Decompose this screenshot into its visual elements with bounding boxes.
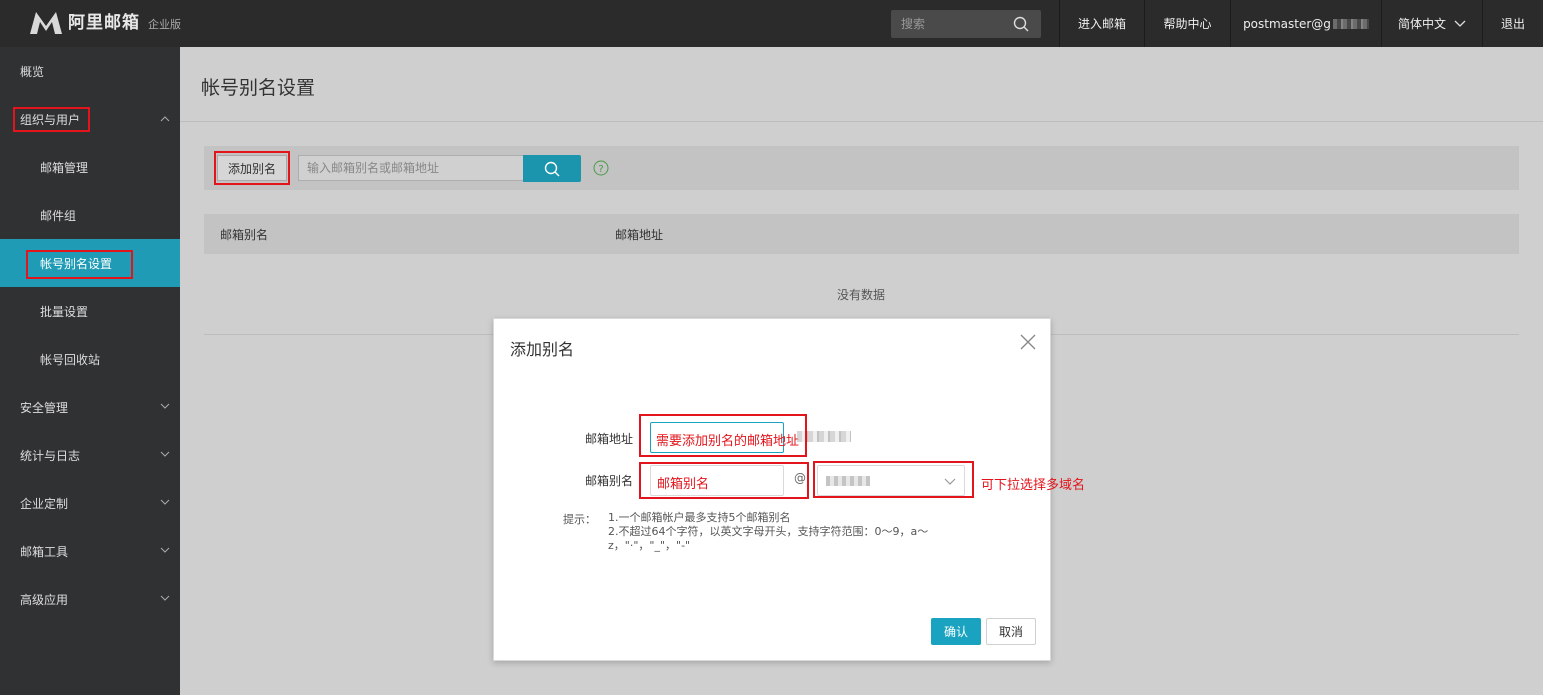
edition-label: 企业版 bbox=[148, 18, 181, 31]
top-bar: 阿里邮箱 企业版 进入邮箱 帮助中心 postmaster@g 简体中文 退出 bbox=[0, 0, 1543, 47]
tip-line: 2.不超过64个字符，以英文字母开头，支持字符范围：0～9，a～z，"·"，"_… bbox=[608, 525, 929, 552]
language-select[interactable]: 简体中文 bbox=[1381, 0, 1482, 47]
dialog-title: 添加别名 bbox=[510, 340, 575, 359]
cancel-button[interactable]: 取消 bbox=[986, 618, 1036, 645]
logo[interactable]: 阿里邮箱 企业版 bbox=[28, 10, 181, 36]
close-icon[interactable] bbox=[1019, 333, 1037, 351]
sidebar-item-label: 邮箱工具 bbox=[20, 544, 69, 559]
annotation-box bbox=[26, 250, 133, 279]
sidebar-item-label: 高级应用 bbox=[20, 592, 69, 607]
page-title: 帐号别名设置 bbox=[201, 77, 316, 99]
sidebar-item-label: 安全管理 bbox=[20, 400, 69, 415]
sidebar-item-mail-group[interactable]: 邮件组 bbox=[0, 191, 180, 239]
chevron-down-icon bbox=[160, 547, 170, 553]
account-name: postmaster@g bbox=[1243, 16, 1331, 31]
svg-text:?: ? bbox=[598, 164, 603, 175]
toolbar: 添加别名 ? bbox=[204, 146, 1519, 190]
at-sign: @ bbox=[794, 471, 806, 485]
search-button[interactable] bbox=[523, 155, 581, 182]
language-label: 简体中文 bbox=[1397, 17, 1446, 31]
tip-text: 1.一个邮箱帐户最多支持5个邮箱别名 2.不超过64个字符，以英文字母开头，支持… bbox=[608, 511, 958, 553]
sidebar-item-advanced[interactable]: 高级应用 bbox=[0, 575, 180, 623]
annotation-box bbox=[13, 107, 90, 132]
logo-text: 阿里邮箱 bbox=[68, 13, 140, 33]
sidebar-item-stats-logs[interactable]: 统计与日志 bbox=[0, 431, 180, 479]
annotation-box bbox=[639, 462, 809, 499]
divider bbox=[180, 121, 1543, 122]
chevron-down-icon bbox=[160, 403, 170, 409]
sidebar: 概览 组织与用户 邮箱管理 邮件组 帐号别名设置 批量设置 帐号回收站 安全管理… bbox=[0, 47, 180, 695]
annotation-box bbox=[813, 461, 974, 498]
address-label: 邮箱地址 bbox=[585, 432, 634, 446]
sidebar-item-overview[interactable]: 概览 bbox=[0, 47, 180, 95]
confirm-button[interactable]: 确认 bbox=[931, 618, 981, 645]
chevron-down-icon bbox=[160, 595, 170, 601]
sidebar-item-mailbox-mgmt[interactable]: 邮箱管理 bbox=[0, 143, 180, 191]
logo-m-icon bbox=[30, 12, 62, 34]
add-alias-dialog: 添加别名 邮箱地址 需要添加别名的邮箱地址 邮箱别名 邮箱别名 @ 可下拉选择多… bbox=[493, 318, 1085, 661]
chevron-down-icon bbox=[160, 499, 170, 505]
table-header: 邮箱别名 邮箱地址 bbox=[204, 214, 1519, 254]
sidebar-item-label: 批量设置 bbox=[40, 304, 89, 319]
alias-label: 邮箱别名 bbox=[585, 474, 634, 488]
redacted-domain bbox=[1332, 18, 1369, 29]
sidebar-item-mail-tools[interactable]: 邮箱工具 bbox=[0, 527, 180, 575]
sidebar-item-recycle-bin[interactable]: 帐号回收站 bbox=[0, 335, 180, 383]
account-menu[interactable]: postmaster@g bbox=[1230, 0, 1381, 47]
sidebar-item-label: 概览 bbox=[20, 64, 45, 79]
chevron-up-icon bbox=[160, 116, 170, 122]
annotation-box bbox=[639, 414, 807, 457]
tip-line: 1.一个邮箱帐户最多支持5个邮箱别名 bbox=[608, 511, 791, 524]
sidebar-item-label: 邮箱管理 bbox=[40, 160, 89, 175]
tip-label: 提示： bbox=[563, 513, 596, 526]
sidebar-item-customization[interactable]: 企业定制 bbox=[0, 479, 180, 527]
chevron-down-icon bbox=[1454, 20, 1466, 27]
search-icon bbox=[544, 161, 560, 176]
sidebar-item-label: 帐号回收站 bbox=[40, 352, 101, 367]
top-search-box[interactable] bbox=[891, 10, 1041, 38]
sidebar-item-batch-settings[interactable]: 批量设置 bbox=[0, 287, 180, 335]
empty-text: 没有数据 bbox=[837, 288, 886, 302]
search-icon[interactable] bbox=[1013, 16, 1029, 32]
help-center-link[interactable]: 帮助中心 bbox=[1144, 0, 1230, 47]
sidebar-item-label: 企业定制 bbox=[20, 496, 69, 511]
sidebar-item-label: 统计与日志 bbox=[20, 448, 81, 463]
enter-mailbox-link[interactable]: 进入邮箱 bbox=[1059, 0, 1144, 47]
help-icon[interactable]: ? bbox=[593, 160, 609, 176]
chevron-down-icon bbox=[160, 451, 170, 457]
logout-link[interactable]: 退出 bbox=[1482, 0, 1543, 47]
sidebar-item-security[interactable]: 安全管理 bbox=[0, 383, 180, 431]
sidebar-item-label: 邮件组 bbox=[40, 208, 77, 223]
alias-search-input[interactable] bbox=[298, 155, 524, 181]
column-header-alias: 邮箱别名 bbox=[220, 228, 269, 242]
domain-annotation: 可下拉选择多域名 bbox=[981, 478, 1086, 493]
annotation-box bbox=[214, 151, 290, 185]
top-search-input[interactable] bbox=[891, 10, 1001, 38]
column-header-address: 邮箱地址 bbox=[615, 228, 664, 242]
